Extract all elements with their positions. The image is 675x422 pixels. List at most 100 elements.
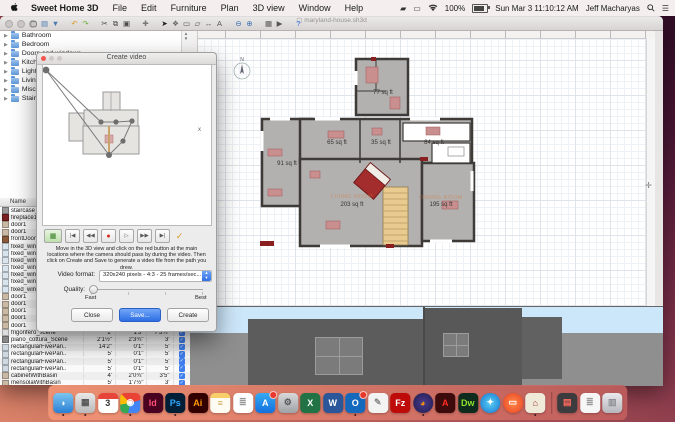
visible-checkbox[interactable]: ✓ (173, 358, 191, 365)
disclosure-triangle-icon[interactable]: ▶ (4, 51, 8, 57)
add-furniture-icon[interactable]: ✚ (140, 19, 151, 29)
dock-finder-icon[interactable]: ◑ (53, 393, 73, 413)
create-rooms-icon[interactable]: ▱ (192, 19, 203, 29)
menu-edit[interactable]: Edit (134, 3, 164, 13)
dock-trash-icon[interactable]: ▥ (602, 393, 622, 413)
dock-calculator-icon[interactable]: ▦ (75, 393, 95, 413)
plan-view[interactable]: N (190, 31, 655, 306)
create-photo-icon[interactable]: ▦ (263, 19, 274, 29)
create-button[interactable]: Create (167, 308, 209, 322)
minimize-window-button[interactable] (17, 20, 25, 28)
dock-sweet-home-3d-icon[interactable]: ⌂ (525, 393, 545, 413)
dock-excel-icon[interactable]: X (300, 393, 320, 413)
dock-photoshop-icon[interactable]: Ps (165, 393, 185, 413)
furniture-row[interactable]: piano_cottura_Scene2'1½"2'3¾"3'✓ (0, 336, 190, 343)
dock-preview-pen-icon[interactable]: ✎ (368, 393, 388, 413)
dock-illustrator-icon[interactable]: Ai (188, 393, 208, 413)
search-icon[interactable] (647, 4, 655, 12)
dock-outlook-icon[interactable]: O (345, 393, 365, 413)
help-icon[interactable]: ? (293, 19, 304, 29)
dock-acrobat-icon[interactable]: A (435, 393, 455, 413)
furniture-row[interactable]: rectangularFivePan..5'0'1"5'✓ (0, 351, 190, 358)
zoom-out-icon[interactable]: ⊖ (233, 19, 244, 29)
menu-user[interactable]: Jeff Macharyas (586, 4, 640, 13)
new-document-icon[interactable]: ▢ (28, 19, 39, 29)
create-dimensions-icon[interactable]: ↔ (203, 19, 214, 29)
movie-format-button[interactable]: ▦ (44, 229, 62, 243)
redo-icon[interactable]: ↷ (80, 19, 91, 29)
display-icon[interactable]: ▭ (413, 4, 421, 13)
skip-start-button[interactable]: |◀ (65, 229, 80, 243)
disclosure-triangle-icon[interactable]: ▶ (4, 87, 8, 93)
dock-screen-sharing-icon[interactable]: ▭ (503, 393, 523, 413)
dock-firefox-icon[interactable]: ◕ (413, 393, 433, 413)
furniture-row[interactable]: cabinetWithBasin4'2'0¾"3'5"✓ (0, 372, 190, 379)
dock-filezilla-icon[interactable]: Fz (390, 393, 410, 413)
create-walls-icon[interactable]: ▭ (181, 19, 192, 29)
furniture-row[interactable]: rectangularFivePan..5'0'1"5'✓ (0, 358, 190, 365)
apple-menu[interactable] (0, 3, 24, 14)
disclosure-triangle-icon[interactable]: ▶ (4, 33, 8, 39)
menu-clock[interactable]: Sun Mar 3 11:10:12 AM (495, 4, 578, 13)
disclosure-triangle-icon[interactable]: ▶ (4, 42, 8, 48)
play-button[interactable]: ▷ (119, 229, 134, 243)
zoom-in-icon[interactable]: ⊕ (244, 19, 255, 29)
rewind-button[interactable]: ◀◀ (83, 229, 98, 243)
window-titlebar[interactable]: ▢ maryland-house.sh3d ▢▤▼↶↷✂⧉▣✚➤❖▭▱↔A⊖⊕▦… (0, 16, 663, 31)
disclosure-triangle-icon[interactable]: ▶ (4, 96, 8, 102)
visible-checkbox[interactable]: ✓ (173, 351, 191, 358)
add-text-icon[interactable]: A (214, 19, 225, 29)
dock-indesign-icon[interactable]: Id (143, 393, 163, 413)
battery-icon[interactable] (472, 4, 488, 13)
catalog-category-bedroom[interactable]: ▶Bedroom (0, 40, 190, 49)
disclosure-triangle-icon[interactable]: ▶ (4, 69, 8, 75)
video-format-select[interactable]: 320x240 pixels - 4:3 - 25 frames/sec... … (99, 270, 212, 282)
close-button[interactable]: Close (71, 308, 113, 322)
dock-text-document-icon[interactable]: ≣ (580, 393, 600, 413)
wifi-icon[interactable] (428, 4, 438, 12)
close-window-button[interactable] (5, 20, 13, 28)
menu-app-name[interactable]: Sweet Home 3D (24, 3, 106, 13)
disclosure-triangle-icon[interactable]: ▶ (4, 60, 8, 66)
create-video-icon[interactable]: ▶ (274, 19, 285, 29)
disclosure-triangle-icon[interactable]: ▶ (4, 78, 8, 84)
dock-word-icon[interactable]: W (323, 393, 343, 413)
visible-checkbox[interactable]: ✓ (173, 344, 191, 351)
dock-stacks-document-icon[interactable]: ▤ (557, 393, 577, 413)
menu-plan[interactable]: Plan (214, 3, 246, 13)
menu-window[interactable]: Window (292, 3, 338, 13)
dock-dreamweaver-icon[interactable]: Dw (458, 393, 478, 413)
visible-checkbox[interactable]: ✓ (173, 373, 191, 380)
open-document-icon[interactable]: ▤ (39, 19, 50, 29)
visible-checkbox[interactable]: ✓ (173, 365, 191, 372)
skip-end-button[interactable]: ▶| (155, 229, 170, 243)
camera-path-preview[interactable]: x (42, 64, 212, 226)
pan-hand-icon[interactable]: ❖ (170, 19, 181, 29)
quality-slider-knob[interactable] (89, 285, 98, 294)
record-button[interactable]: ● (101, 229, 116, 243)
select-pointer-icon[interactable]: ➤ (159, 19, 170, 29)
furniture-row[interactable]: rectangularFivePan..5'0'1"5'✓ (0, 365, 190, 372)
save-document-icon[interactable]: ▼ (50, 19, 61, 29)
menu-help[interactable]: Help (338, 3, 371, 13)
furniture-row[interactable]: rectangularFivePan..14'2"0'1"5'✓ (0, 344, 190, 351)
copy-icon[interactable]: ⧉ (110, 19, 121, 29)
menu-3dview[interactable]: 3D view (246, 3, 292, 13)
dock-app-store-icon[interactable]: A (255, 393, 275, 413)
paste-icon[interactable]: ▣ (121, 19, 132, 29)
clear-path-button[interactable]: ✓ (173, 230, 186, 242)
3d-view[interactable] (190, 306, 663, 386)
visible-checkbox[interactable]: ✓ (173, 337, 191, 344)
dock-system-preferences-icon[interactable]: ⚙ (278, 393, 298, 413)
plan-vertical-scrollbar[interactable] (646, 38, 655, 306)
save-button[interactable]: Save... (119, 308, 161, 322)
cut-icon[interactable]: ✂ (99, 19, 110, 29)
fast-forward-button[interactable]: ▶▶ (137, 229, 152, 243)
dock-chrome-icon[interactable]: ◉ (120, 393, 140, 413)
dock-notes-icon[interactable]: ≡ (210, 393, 230, 413)
undo-icon[interactable]: ↶ (69, 19, 80, 29)
quality-slider-track[interactable] (91, 289, 203, 290)
notification-center-icon[interactable]: ☰ (662, 4, 669, 13)
dock-calendar-icon[interactable]: 3 (98, 393, 118, 413)
menu-furniture[interactable]: Furniture (164, 3, 214, 13)
